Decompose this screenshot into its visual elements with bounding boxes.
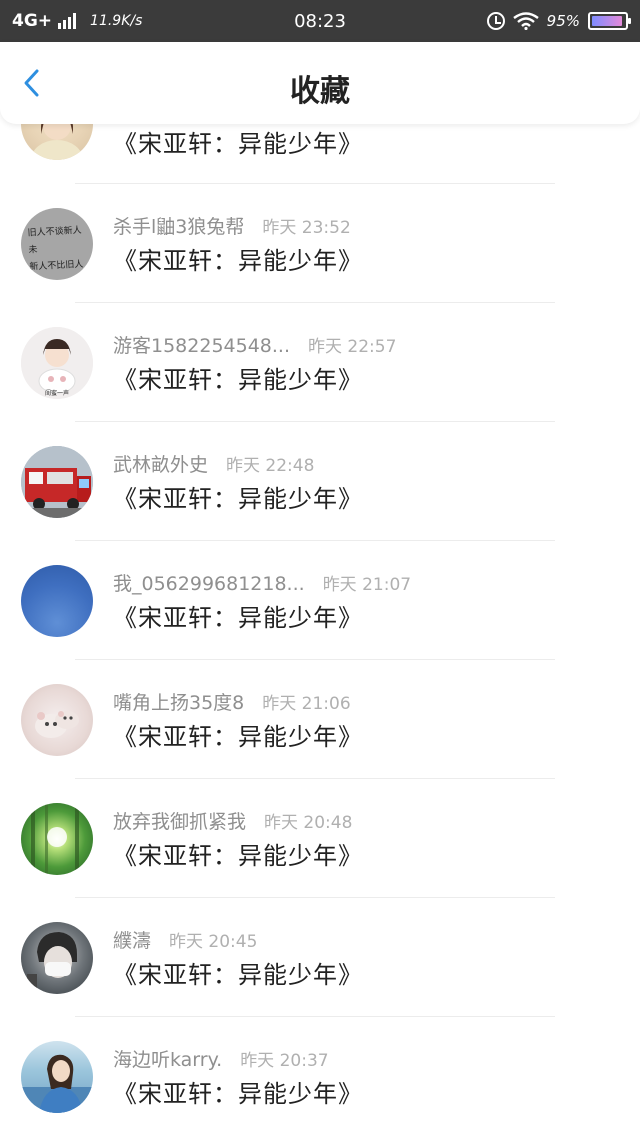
username[interactable]: 游客1582254548...	[113, 331, 290, 358]
list-item[interactable]: 我_056299681218... 昨天 21:07 《宋亚轩：异能少年》	[0, 541, 640, 660]
list-item[interactable]: 旧人不谈新人未 新人不比旧人深 杀手l鼬3狼兔帮 昨天 23:52 《宋亚轩：异…	[0, 184, 640, 303]
avatar-image	[21, 446, 93, 518]
status-left: 4G+ 11.9K/s	[12, 11, 272, 31]
list-item[interactable]: 《宋亚轩：异能少年》	[0, 88, 640, 184]
favorites-list: 《宋亚轩：异能少年》 旧人不谈新人未 新人不比旧人深 杀手l鼬3狼兔帮 昨天 2…	[0, 88, 640, 1136]
comment-text: 《宋亚轩：异能少年》	[113, 366, 363, 394]
username[interactable]: 纀濤	[113, 926, 151, 953]
list-item[interactable]: 闺蜜一声 游客1582254548... 昨天 22:57 《宋亚轩：异能少年》	[0, 303, 640, 422]
avatar-text-line: 旧人不谈新人未	[27, 225, 82, 256]
signal-icon	[58, 13, 77, 29]
comment-text: 《宋亚轩：异能少年》	[113, 1080, 363, 1108]
avatar-caption: 闺蜜一声	[45, 389, 69, 397]
avatar[interactable]	[21, 803, 93, 875]
avatar[interactable]: 闺蜜一声	[21, 327, 93, 399]
item-meta: 武林畝外史 昨天 22:48	[113, 450, 314, 477]
comment-text: 《宋亚轩：异能少年》	[113, 961, 363, 989]
avatar-image: 闺蜜一声	[21, 327, 93, 399]
avatar[interactable]: 旧人不谈新人未 新人不比旧人深	[21, 208, 93, 280]
network-speed: 11.9K/s	[90, 13, 143, 29]
header-bar: 收藏	[0, 42, 640, 124]
status-bar: 4G+ 11.9K/s 08:23 95%	[0, 0, 640, 42]
list-item[interactable]: 武林畝外史 昨天 22:48 《宋亚轩：异能少年》	[0, 422, 640, 541]
app-screen: 4G+ 11.9K/s 08:23 95% 收藏 《宋亚轩：异能少年》 旧人不谈…	[0, 0, 640, 1138]
comment-text: 《宋亚轩：异能少年》	[113, 485, 363, 513]
item-meta: 纀濤 昨天 20:45	[113, 926, 257, 953]
username[interactable]: 海边听karry.	[113, 1045, 222, 1072]
timestamp: 昨天 20:48	[264, 813, 353, 833]
timestamp: 昨天 23:52	[262, 218, 351, 238]
list-item[interactable]: 嘴角上扬35度8 昨天 21:06 《宋亚轩：异能少年》	[0, 660, 640, 779]
comment-text: 《宋亚轩：异能少年》	[113, 130, 363, 158]
comment-text: 《宋亚轩：异能少年》	[113, 247, 363, 275]
chevron-left-icon[interactable]	[18, 68, 48, 98]
comment-text: 《宋亚轩：异能少年》	[113, 842, 363, 870]
username[interactable]: 杀手l鼬3狼兔帮	[113, 212, 244, 239]
avatar-image	[31, 803, 79, 875]
avatar-image	[21, 1054, 93, 1113]
network-type: 4G+	[12, 11, 53, 31]
item-meta: 我_056299681218... 昨天 21:07	[113, 569, 411, 596]
avatar[interactable]	[21, 565, 93, 637]
avatar[interactable]	[21, 922, 93, 994]
item-meta: 海边听karry. 昨天 20:37	[113, 1045, 329, 1072]
list-item[interactable]: 纀濤 昨天 20:45 《宋亚轩：异能少年》	[0, 898, 640, 1017]
battery-percent: 95%	[546, 12, 580, 30]
avatar[interactable]	[21, 684, 93, 756]
username[interactable]: 嘴角上扬35度8	[113, 688, 244, 715]
avatar[interactable]	[21, 1041, 93, 1113]
username[interactable]: 武林畝外史	[113, 450, 208, 477]
avatar-image	[35, 711, 79, 738]
item-meta: 游客1582254548... 昨天 22:57	[113, 331, 396, 358]
username[interactable]: 我_056299681218...	[113, 569, 305, 596]
item-meta: 嘴角上扬35度8 昨天 21:06	[113, 688, 351, 715]
avatar[interactable]	[21, 446, 93, 518]
timestamp: 昨天 20:45	[169, 932, 258, 952]
page-title: 收藏	[290, 74, 350, 109]
avatar-text-line: 新人不比旧人深	[29, 259, 84, 280]
item-meta: 杀手l鼬3狼兔帮 昨天 23:52	[113, 212, 351, 239]
username[interactable]: 放弃我御抓紧我	[113, 807, 246, 834]
battery-fill	[592, 16, 623, 26]
timestamp: 昨天 21:06	[262, 694, 351, 714]
avatar-text: 旧人不谈新人未 新人不比旧人深	[27, 222, 90, 280]
battery-icon	[588, 12, 631, 30]
list-item[interactable]: 放弃我御抓紧我 昨天 20:48 《宋亚轩：异能少年》	[0, 779, 640, 898]
timestamp: 昨天 22:48	[226, 456, 315, 476]
status-right: 95%	[486, 12, 631, 30]
item-meta: 放弃我御抓紧我 昨天 20:48	[113, 807, 352, 834]
timestamp: 昨天 20:37	[240, 1051, 329, 1071]
avatar-image	[27, 932, 77, 990]
alarm-icon	[486, 12, 505, 30]
wifi-icon	[512, 12, 539, 30]
timestamp: 昨天 22:57	[308, 337, 397, 357]
list-item[interactable]: 海边听karry. 昨天 20:37 《宋亚轩：异能少年》	[0, 1017, 640, 1136]
comment-text: 《宋亚轩：异能少年》	[113, 723, 363, 751]
timestamp: 昨天 21:07	[322, 575, 412, 595]
comment-text: 《宋亚轩：异能少年》	[113, 604, 363, 632]
